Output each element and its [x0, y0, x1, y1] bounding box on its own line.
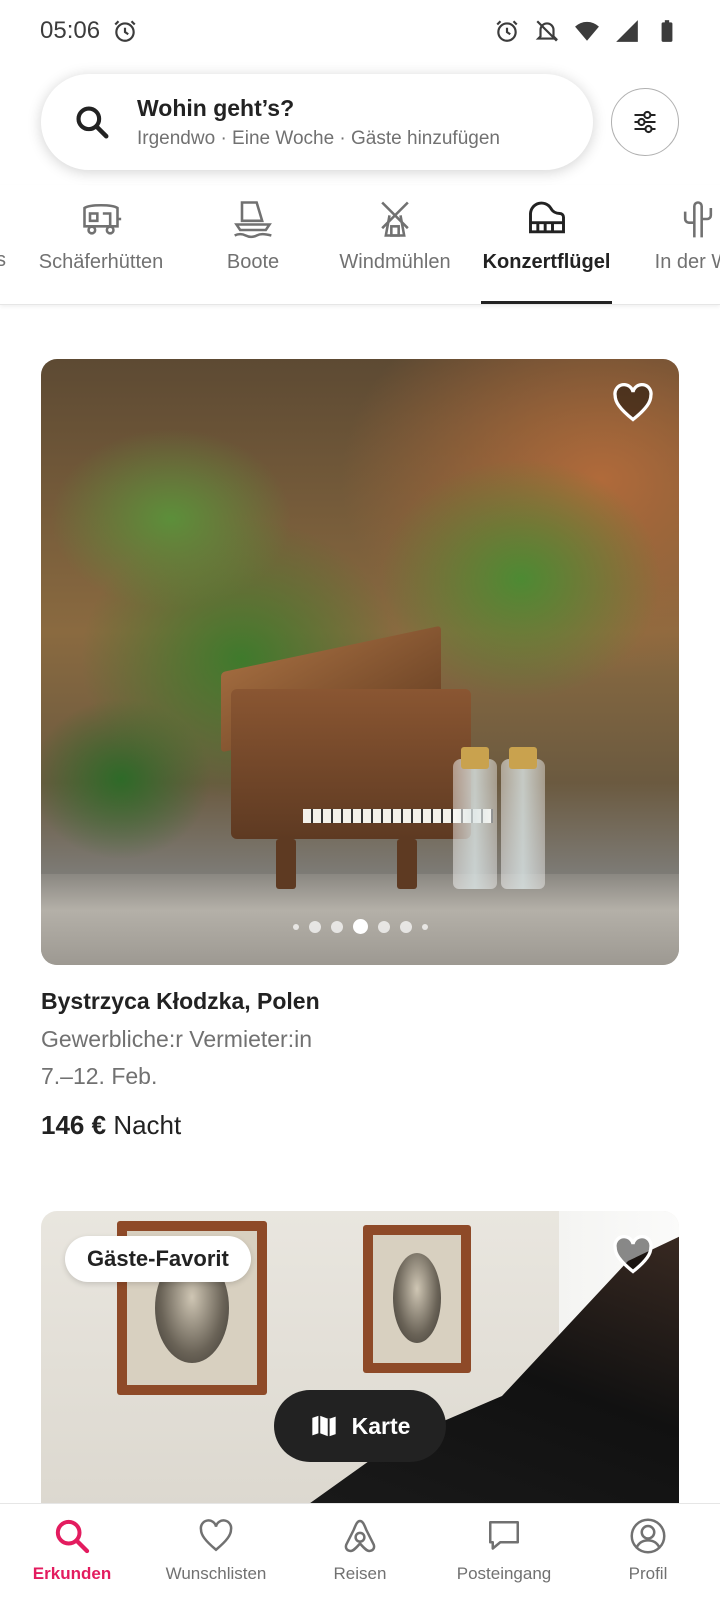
pagination-dot	[377, 920, 390, 933]
guest-favorite-badge: Gäste-Favorit	[65, 1236, 251, 1282]
pagination-dot	[330, 920, 343, 933]
category-label: In der Wü	[654, 251, 720, 273]
nav-label: Profil	[628, 1564, 668, 1583]
heart-icon	[199, 1519, 233, 1552]
category-label: Windmühlen	[339, 251, 451, 273]
chat-bubble-icon	[489, 1521, 519, 1550]
status-time: 05:06	[40, 17, 101, 44]
category-label: Boote	[226, 251, 280, 273]
wishlist-heart-icon[interactable]	[611, 381, 655, 425]
active-category-indicator	[481, 301, 612, 304]
listing-image[interactable]	[41, 359, 679, 965]
image-bottle	[453, 759, 497, 889]
listing-price: 146 € Nacht	[41, 1110, 181, 1141]
listing-location[interactable]: Bystrzyca Kłodzka, Polen	[41, 988, 320, 1015]
pagination-dot	[292, 923, 299, 930]
image-pagination	[41, 919, 679, 934]
alarm-icon	[496, 20, 518, 42]
battery-icon	[661, 20, 673, 42]
search-title: Wohin geht’s?	[137, 94, 295, 121]
nav-label: Wunschlisten	[165, 1564, 267, 1583]
map-button-label: Karte	[351, 1412, 411, 1439]
image-bottle-cap	[461, 747, 489, 769]
search-icon	[76, 106, 109, 139]
wifi-icon	[575, 21, 599, 41]
nav-item-profil[interactable]: Profil	[576, 1504, 720, 1600]
windmill-icon	[381, 201, 409, 237]
alarm-icon	[114, 20, 136, 42]
signal-icon	[616, 20, 638, 42]
nav-item-erkunden[interactable]: Erkunden	[0, 1504, 144, 1600]
image-bottle-cap	[509, 747, 537, 769]
shepherd-hut-icon	[83, 203, 122, 235]
cactus-icon	[683, 201, 713, 238]
price-unit: Nacht	[113, 1110, 182, 1140]
search-icon	[55, 1519, 90, 1554]
grand-piano-icon	[528, 201, 565, 234]
listing-dates: 7.–12. Feb.	[41, 1063, 158, 1089]
category-bar: s Schäferhütten Boote Windmühlen Konzert…	[0, 185, 720, 305]
silent-bell-icon	[535, 20, 559, 42]
filter-icon	[634, 110, 656, 134]
filter-button[interactable]	[611, 88, 679, 156]
category-item-windmuehlen[interactable]: Windmühlen	[334, 185, 456, 304]
category-item-in-der-wueste[interactable]: In der Wü	[638, 185, 720, 304]
category-item-boote[interactable]: Boote	[212, 185, 294, 304]
nav-label: Reisen	[333, 1564, 387, 1583]
profile-icon	[630, 1518, 666, 1554]
search-bar[interactable]: Wohin geht’s? Irgendwo · Eine Woche · Gä…	[41, 74, 593, 170]
pagination-dot	[421, 923, 428, 930]
category-item-schaeferhuetten[interactable]: Schäferhütten	[32, 185, 170, 304]
status-bar: 05:06	[0, 0, 720, 62]
category-label: Schäferhütten	[38, 251, 164, 273]
price-amount: 146 €	[41, 1110, 107, 1140]
pagination-dot	[308, 920, 321, 933]
pagination-dot-active	[352, 919, 368, 934]
category-label: Konzertflügel	[482, 251, 611, 273]
nav-label: Erkunden	[32, 1564, 112, 1583]
wishlist-heart-icon[interactable]	[611, 1233, 655, 1277]
listing-host-type: Gewerbliche:r Vermieter:in	[41, 1026, 312, 1052]
category-label: s	[0, 249, 6, 272]
category-item-konzertfluegel[interactable]: Konzertflügel	[481, 185, 612, 304]
image-piano-leg	[276, 839, 296, 889]
bottom-navigation: Erkunden Wunschlisten Reisen Posteingang…	[0, 1503, 720, 1600]
nav-label: Posteingang	[456, 1564, 552, 1583]
airbnb-logo-icon	[344, 1519, 376, 1553]
image-bottle	[501, 759, 545, 889]
search-subtitle: Irgendwo · Eine Woche · Gäste hinzufügen	[137, 127, 500, 149]
nav-item-posteingang[interactable]: Posteingang	[432, 1504, 576, 1600]
image-piano-leg	[397, 839, 417, 889]
boat-icon	[234, 201, 272, 239]
nav-item-reisen[interactable]: Reisen	[288, 1504, 432, 1600]
pagination-dot	[399, 920, 412, 933]
category-item-previous[interactable]: s	[0, 185, 6, 304]
map-button[interactable]: Karte	[274, 1390, 446, 1462]
nav-item-wunschlisten[interactable]: Wunschlisten	[144, 1504, 288, 1600]
map-icon	[311, 1415, 336, 1438]
image-frame	[363, 1225, 471, 1373]
